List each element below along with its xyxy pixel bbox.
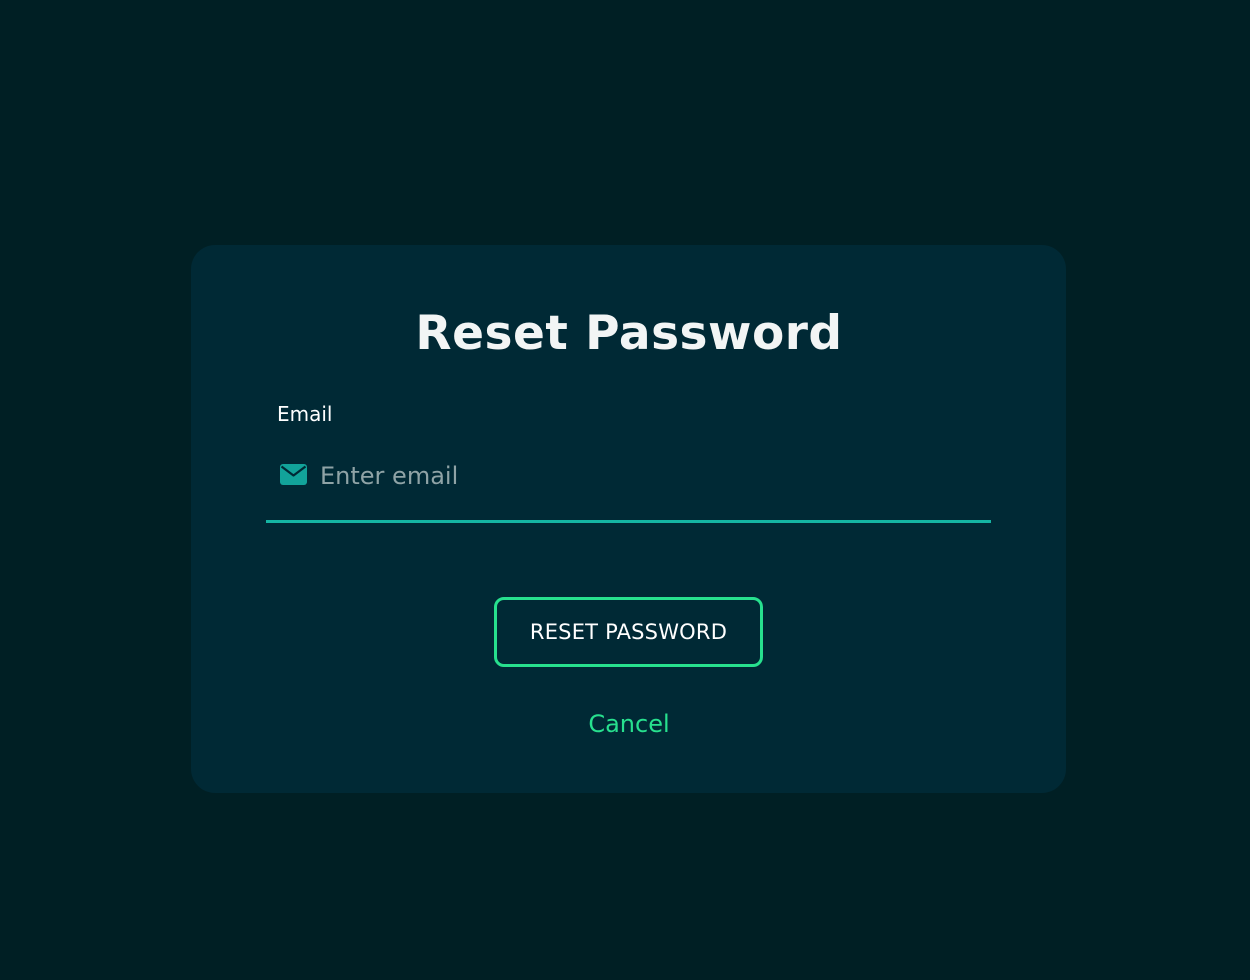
email-field-row[interactable] — [266, 452, 991, 523]
page-title: Reset Password — [415, 306, 843, 361]
email-input[interactable] — [320, 456, 980, 496]
mail-icon — [280, 464, 307, 485]
cancel-link[interactable]: Cancel — [0, 706, 1250, 742]
email-label: Email — [277, 402, 333, 426]
reset-password-button[interactable]: RESET PASSWORD — [494, 597, 763, 667]
